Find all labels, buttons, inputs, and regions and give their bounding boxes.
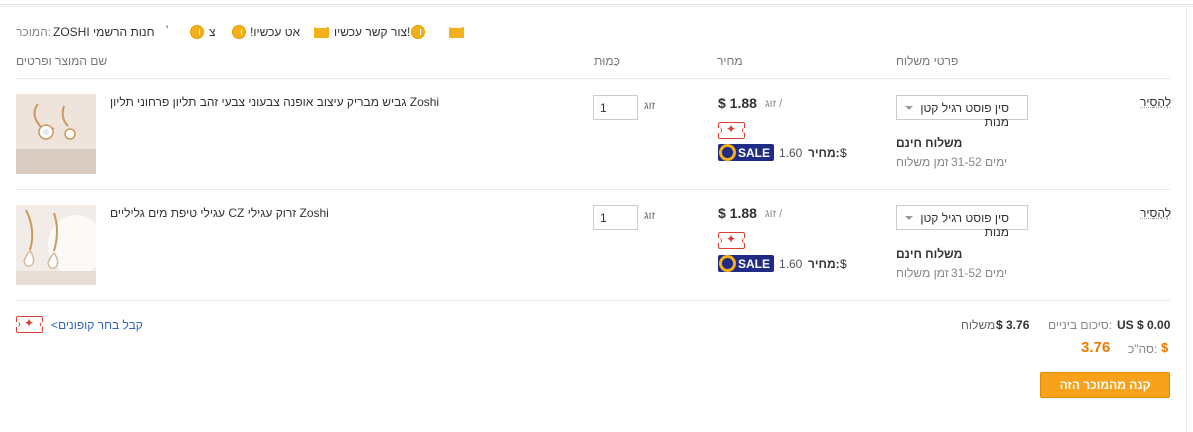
column-product-header: שם המוצר ופרטים: [16, 54, 108, 68]
subtotal-label: סיכום ביניים:: [1048, 318, 1113, 332]
sale-badge-text: SALE: [738, 146, 771, 160]
total-value: 3.76: [1081, 339, 1111, 356]
coupon-icon[interactable]: [717, 232, 746, 249]
coupon-icon[interactable]: [717, 122, 746, 139]
sale-badge-text: SALE: [738, 257, 771, 271]
badge-2-text[interactable]: !אט עכשיו: [250, 25, 300, 39]
column-price-header: מחיר: [717, 54, 743, 68]
badge-1-text: צ: [209, 25, 216, 39]
sale-price-value: 1.60: [779, 146, 803, 160]
shipping-cost: משלוח חינם: [896, 247, 963, 261]
total-currency: $: [1161, 340, 1169, 355]
price-unit: זוג /: [765, 98, 783, 110]
shipping-summary-label: משלוח: [961, 318, 996, 332]
coupon-icon[interactable]: [15, 316, 44, 333]
subtotal-value: US $ 0.00: [1117, 318, 1171, 332]
cart-seller-panel: המוכר: ZOSHI חנות הרשמי ' צ !אט עכשיו צו…: [0, 0, 1193, 432]
sale-price-label: מחיר:: [808, 146, 840, 160]
shipping-summary-value: $ 3.76: [996, 318, 1030, 332]
chevron-down-icon: [905, 106, 913, 110]
sale-badge: SALE: [718, 255, 775, 272]
sale-price-label: מחיר:: [808, 257, 840, 271]
quantity-input[interactable]: [593, 205, 638, 230]
top-divider: [0, 4, 1193, 5]
store-name-link[interactable]: ZOSHI חנות הרשמי: [53, 25, 154, 39]
sale-sun-icon: [719, 255, 736, 272]
top-divider-inner: [0, 6, 1193, 7]
shipping-method-select[interactable]: סין פוסט רגיל קטן מנות: [896, 205, 1028, 239]
medal-icon: [411, 25, 425, 39]
medal-icon: [232, 25, 246, 39]
quantity-input[interactable]: [593, 95, 638, 120]
product-title-link[interactable]: עגילי טיפת מים גליליים CZ זרוק עגילי Zos…: [110, 206, 329, 220]
medal-icon: [190, 25, 204, 39]
sale-currency: $: [840, 146, 847, 160]
sale-sun-icon: [719, 144, 736, 161]
store-bar: המוכר: ZOSHI חנות הרשמי ' צ !אט עכשיו צו…: [0, 20, 1186, 44]
quantity-unit-label: זוג: [644, 210, 656, 222]
select-coupons-link[interactable]: <קבל בחר קופונים: [51, 318, 143, 332]
shipping-method-value: סין פוסט רגיל קטן מנות: [920, 101, 1009, 129]
unit-price: $ 1.88: [718, 205, 757, 221]
shipping-method-select[interactable]: סין פוסט רגיל קטן מנות: [896, 95, 1028, 129]
product-thumbnail[interactable]: [16, 94, 96, 174]
header-divider: [15, 78, 1170, 79]
price-unit: זוג /: [765, 208, 783, 220]
remove-link[interactable]: לְהָסִיר: [1140, 95, 1171, 109]
contact-now-link[interactable]: צור קשר עכשיו!: [334, 25, 410, 39]
column-shipping-header: פרטי משלוח: [896, 54, 959, 68]
row-divider: [15, 300, 1170, 301]
remove-link[interactable]: לְהָסִיר: [1140, 206, 1171, 220]
right-border: [1186, 6, 1187, 432]
sale-price-value: 1.60: [779, 257, 803, 271]
buy-from-seller-button[interactable]: קנה מהמוכר הזה: [1040, 372, 1170, 398]
sale-badge: SALE: [718, 144, 775, 161]
unit-price: $ 1.88: [718, 95, 757, 111]
shipping-method-value: סין פוסט רגיל קטן מנות: [920, 211, 1009, 239]
delivery-time: ימים 31-52: [951, 266, 1008, 280]
product-thumbnail[interactable]: [16, 205, 96, 285]
seller-label: המוכר:: [16, 25, 52, 39]
earring-image: [16, 205, 96, 285]
shipping-cost: משלוח חינם: [896, 136, 963, 150]
sale-currency: $: [840, 257, 847, 271]
store-tick: ': [166, 23, 169, 37]
earring-image: [16, 94, 96, 174]
chevron-down-icon: [905, 216, 913, 220]
delivery-label: זמן משלוח: [896, 266, 949, 280]
column-quantity-header: כַּמוּת: [594, 54, 620, 68]
mail-icon[interactable]: [314, 27, 329, 38]
mail-icon[interactable]: [449, 27, 464, 38]
delivery-time: ימים 31-52: [951, 155, 1008, 169]
delivery-label: זמן משלוח: [896, 155, 949, 169]
row-divider: [15, 189, 1170, 190]
total-label: סה"כ:: [1128, 342, 1158, 356]
product-title-link[interactable]: גביש מבריק עיצוב אופנה צבעוני צבעי זהב ת…: [110, 95, 439, 109]
quantity-unit-label: זוג: [644, 100, 656, 112]
